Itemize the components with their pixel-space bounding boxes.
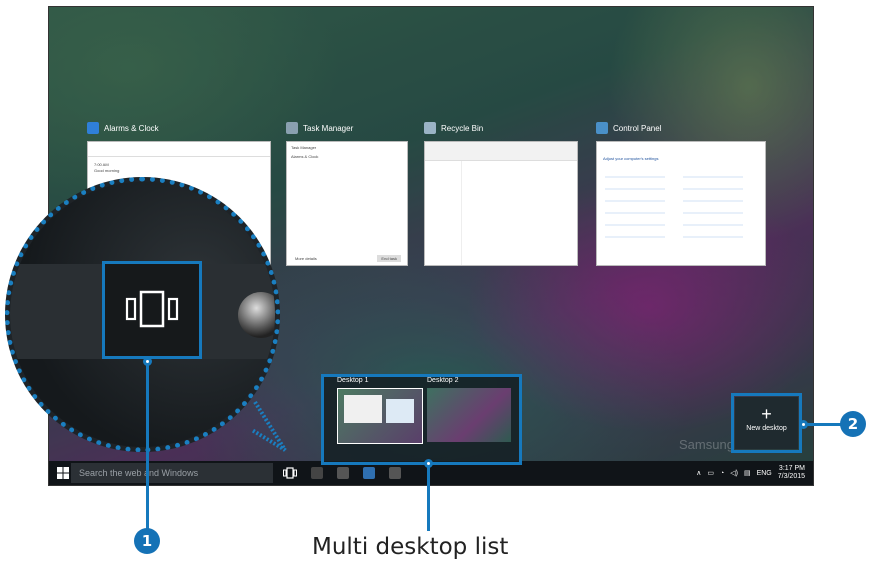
task-item: Alarms & Clock xyxy=(291,154,319,159)
system-tray: ∧ ▭ ◔ ◁) ▤ ENG 3:17 PM 7/3/2015 xyxy=(696,461,805,485)
clock-time: 3:17 PM xyxy=(778,465,805,472)
magnifier-callout xyxy=(5,177,280,452)
desktop-list-highlight xyxy=(321,374,522,465)
clock[interactable]: 3:17 PM 7/3/2015 xyxy=(778,465,805,481)
clock-date: 7/3/2015 xyxy=(777,473,805,480)
alarm-label: Good morning xyxy=(94,168,120,173)
callout-1-line xyxy=(146,365,149,529)
window-control-panel[interactable]: Control Panel Adjust your computer's set… xyxy=(596,120,766,266)
watermark: Samsung xyxy=(679,437,734,452)
volume-icon[interactable]: ◁) xyxy=(730,469,738,477)
control-panel-heading: Adjust your computer's settings xyxy=(603,156,659,161)
pinned-apps xyxy=(311,467,401,479)
battery-icon[interactable]: ▭ xyxy=(707,469,714,477)
task-view-icon xyxy=(125,290,179,328)
window-preview: Adjust your computer's settings xyxy=(596,141,766,266)
alarm-time: 7:00 AM xyxy=(94,162,109,167)
window-preview xyxy=(424,141,578,266)
window-title: Recycle Bin xyxy=(441,123,484,133)
callout-1: 1 xyxy=(134,528,160,554)
app-icon-zoomed xyxy=(238,292,275,338)
app-icon[interactable] xyxy=(363,467,375,479)
more-details-link: More details xyxy=(295,256,317,261)
alarm-clock-icon xyxy=(87,122,99,134)
task-view-button-zoomed xyxy=(102,261,202,359)
new-desktop-highlight xyxy=(731,393,802,453)
magnifier-pointer xyxy=(250,400,287,452)
window-recycle-bin[interactable]: Recycle Bin xyxy=(424,120,578,266)
window-title: Alarms & Clock xyxy=(104,123,159,133)
task-view-icon[interactable] xyxy=(283,466,297,480)
wifi-icon[interactable]: ◔ xyxy=(720,470,724,477)
action-center-icon[interactable]: ▤ xyxy=(744,469,751,477)
control-panel-icon xyxy=(596,122,608,134)
language-indicator[interactable]: ENG xyxy=(757,470,772,477)
caption-multi-desktop-list: Multi desktop list xyxy=(312,534,509,560)
window-preview: Task Manager Alarms & Clock More details… xyxy=(286,141,408,266)
chevron-up-icon[interactable]: ∧ xyxy=(696,469,701,477)
recycle-bin-icon xyxy=(424,122,436,134)
callout-2-line xyxy=(806,423,842,426)
callout-2: 2 xyxy=(840,411,866,437)
window-title: Task Manager xyxy=(303,123,354,133)
app-icon[interactable] xyxy=(311,467,323,479)
search-box[interactable]: Search the web and Windows xyxy=(71,463,273,483)
end-task-button: End task xyxy=(377,255,401,262)
window-task-manager[interactable]: Task Manager Task Manager Alarms & Clock… xyxy=(286,120,408,266)
window-title: Control Panel xyxy=(613,123,662,133)
desktop-list-line xyxy=(427,467,430,531)
windows-start-icon[interactable] xyxy=(57,467,69,479)
app-icon[interactable] xyxy=(389,467,401,479)
task-manager-icon xyxy=(286,122,298,134)
app-icon[interactable] xyxy=(337,467,349,479)
